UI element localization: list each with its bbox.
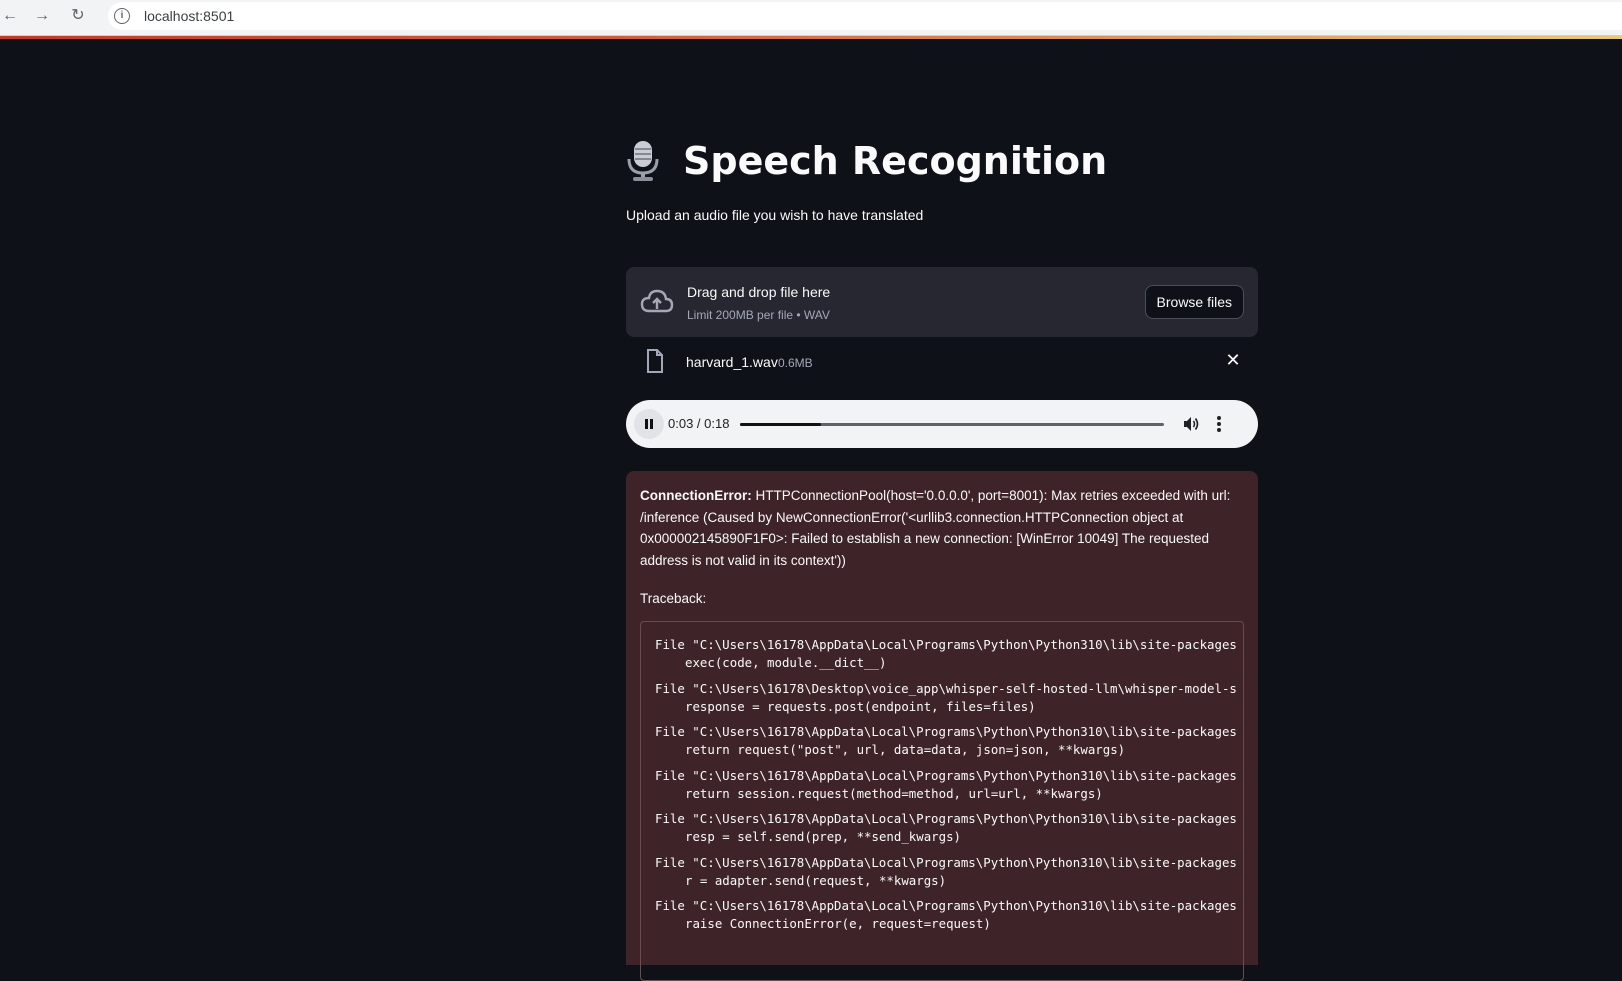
traceback-file-line: File "C:\Users\16178\AppData\Local\Progr… — [655, 637, 1237, 652]
traceback-code-line: return session.request(method=method, ur… — [685, 785, 1103, 801]
info-icon[interactable]: i — [114, 8, 130, 24]
page-subtitle: Upload an audio file you wish to have tr… — [626, 207, 924, 223]
back-icon[interactable]: ← — [0, 6, 20, 26]
cloud-upload-icon — [640, 289, 674, 313]
traceback-code-line: raise ConnectionError(e, request=request… — [685, 916, 991, 931]
traceback-code-line: r = adapter.send(request, **kwargs) — [685, 872, 947, 888]
volume-icon[interactable] — [1182, 415, 1200, 433]
title-row: Speech Recognition — [625, 139, 1107, 183]
traceback-label: Traceback: — [640, 591, 707, 606]
error-alert: ConnectionError: HTTPConnectionPool(host… — [626, 471, 1258, 981]
uploaded-file-row: harvard_1.wav 0.6MB ✕ — [626, 342, 1258, 386]
reload-icon[interactable]: ↻ — [68, 6, 88, 26]
app-main: Speech Recognition Upload an audio file … — [0, 39, 1622, 981]
file-name: harvard_1.wav — [686, 354, 778, 370]
traceback-code-line: response = requests.post(endpoint, files… — [685, 698, 1036, 714]
audio-seek-bar[interactable] — [740, 423, 1164, 426]
dropzone-limit: Limit 200MB per file • WAV — [687, 308, 830, 322]
file-size: 0.6MB — [778, 356, 813, 370]
browse-files-button[interactable]: Browse files — [1144, 285, 1244, 319]
browser-toolbar: ← → ↻ i localhost:8501 — [0, 0, 1622, 36]
traceback-file-line: File "C:\Users\16178\AppData\Local\Progr… — [655, 724, 1237, 739]
microphone-icon — [627, 141, 659, 181]
traceback-box[interactable]: File "C:\Users\16178\AppData\Local\Progr… — [640, 621, 1244, 981]
traceback-file-line: File "C:\Users\16178\AppData\Local\Progr… — [655, 767, 1237, 783]
error-type: ConnectionError: — [640, 488, 752, 503]
file-icon — [647, 349, 663, 373]
more-options-icon[interactable] — [1216, 415, 1222, 433]
pause-icon[interactable] — [634, 409, 664, 439]
address-bar[interactable]: i localhost:8501 — [108, 2, 1622, 30]
traceback-code-line: exec(code, module.__dict__) — [685, 655, 887, 670]
error-message: ConnectionError: HTTPConnectionPool(host… — [640, 485, 1240, 571]
audio-time: 0:03 / 0:18 — [668, 416, 730, 431]
traceback-file-line: File "C:\Users\16178\AppData\Local\Progr… — [655, 811, 1237, 826]
traceback-code-line: return request("post", url, data=data, j… — [685, 742, 1126, 757]
file-dropzone[interactable]: Drag and drop file here Limit 200MB per … — [626, 267, 1258, 337]
traceback-file-line: File "C:\Users\16178\Desktop\voice_app\w… — [655, 680, 1237, 696]
audio-player: 0:03 / 0:18 — [626, 400, 1258, 448]
audio-progress-fill — [740, 423, 821, 426]
page-title: Speech Recognition — [683, 139, 1108, 183]
url-text: localhost:8501 — [144, 8, 235, 24]
traceback-file-line: File "C:\Users\16178\AppData\Local\Progr… — [655, 854, 1237, 870]
traceback-code-line: resp = self.send(prep, **send_kwargs) — [685, 829, 962, 844]
traceback-file-line: File "C:\Users\16178\AppData\Local\Progr… — [655, 898, 1237, 913]
close-icon[interactable]: ✕ — [1222, 350, 1244, 371]
forward-icon[interactable]: → — [32, 6, 52, 26]
dropzone-title: Drag and drop file here — [687, 284, 831, 300]
